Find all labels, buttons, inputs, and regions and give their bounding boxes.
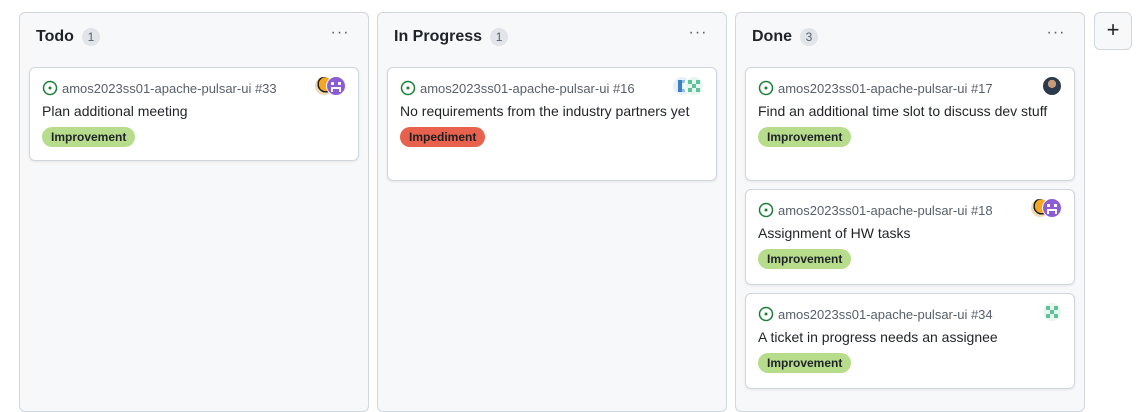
issue-title[interactable]: Plan additional meeting [42, 102, 346, 120]
issue-opened-icon [758, 202, 774, 218]
avatar [1042, 302, 1062, 322]
issue-opened-icon [758, 80, 774, 96]
issue-opened-icon [758, 306, 774, 322]
issue-opened-icon [42, 80, 58, 96]
assignee-avatars[interactable] [1042, 302, 1062, 322]
label-improvement[interactable]: Improvement [758, 127, 852, 147]
assignee-avatars[interactable] [1030, 198, 1062, 218]
column-title: In Progress [394, 28, 483, 45]
issue-reference-link[interactable]: amos2023ss01-apache-pulsar-ui #18 [778, 203, 993, 218]
item-count-badge: 3 [800, 28, 818, 46]
more-options-icon[interactable]: ··· [686, 25, 710, 45]
issue-reference-link[interactable]: amos2023ss01-apache-pulsar-ui #16 [420, 81, 635, 96]
issue-title[interactable]: Find an additional time slot to discuss … [758, 102, 1062, 120]
label-impediment[interactable]: Impediment [400, 127, 486, 147]
more-options-icon[interactable]: ··· [1044, 25, 1068, 45]
column-in-progress: In Progress 1 ··· amos2023ss01-apache-pu… [377, 12, 727, 412]
assignee-avatars[interactable] [1042, 76, 1062, 96]
label-improvement[interactable]: Improvement [42, 127, 136, 147]
avatar [1042, 76, 1062, 96]
more-options-icon[interactable]: ··· [328, 25, 352, 45]
label-improvement[interactable]: Improvement [758, 249, 852, 269]
column-title: Todo [36, 28, 74, 45]
issue-reference-link[interactable]: amos2023ss01-apache-pulsar-ui #34 [778, 307, 993, 322]
issue-reference-link[interactable]: amos2023ss01-apache-pulsar-ui #17 [778, 81, 993, 96]
issue-card[interactable]: amos2023ss01-apache-pulsar-ui #33 Plan a… [29, 67, 359, 161]
item-count-badge: 1 [490, 28, 509, 46]
column-title: Done [752, 28, 792, 45]
issue-opened-icon [400, 80, 416, 96]
issue-card[interactable]: amos2023ss01-apache-pulsar-ui #34 A tick… [745, 293, 1075, 389]
issue-reference-link[interactable]: amos2023ss01-apache-pulsar-ui #33 [62, 81, 277, 96]
item-count-badge: 1 [81, 28, 100, 46]
issue-card[interactable]: amos2023ss01-apache-pulsar-ui #16 No req… [387, 67, 717, 181]
assignee-avatars[interactable] [314, 76, 346, 96]
column-header: Done 3 ··· [736, 13, 1084, 61]
column-done: Done 3 ··· amos2023ss01-apache-pulsar-ui… [735, 12, 1085, 412]
issue-card[interactable]: amos2023ss01-apache-pulsar-ui #18 Assign… [745, 189, 1075, 285]
avatar [326, 76, 346, 96]
label-improvement[interactable]: Improvement [758, 353, 852, 373]
avatar [684, 76, 704, 96]
issue-title[interactable]: No requirements from the industry partne… [400, 102, 704, 120]
column-header: Todo 1 ··· [20, 13, 368, 61]
assignee-avatars[interactable] [672, 76, 704, 96]
issue-title[interactable]: Assignment of HW tasks [758, 224, 1062, 242]
add-column-button[interactable]: + [1094, 12, 1132, 50]
column-header: In Progress 1 ··· [378, 13, 726, 61]
issue-card[interactable]: amos2023ss01-apache-pulsar-ui #17 Find a… [745, 67, 1075, 181]
plus-icon: + [1106, 17, 1120, 42]
column-todo: Todo 1 ··· amos2023ss01-apache-pulsar-ui… [19, 12, 369, 412]
issue-title[interactable]: A ticket in progress needs an assignee [758, 328, 1062, 346]
avatar [1042, 198, 1062, 218]
